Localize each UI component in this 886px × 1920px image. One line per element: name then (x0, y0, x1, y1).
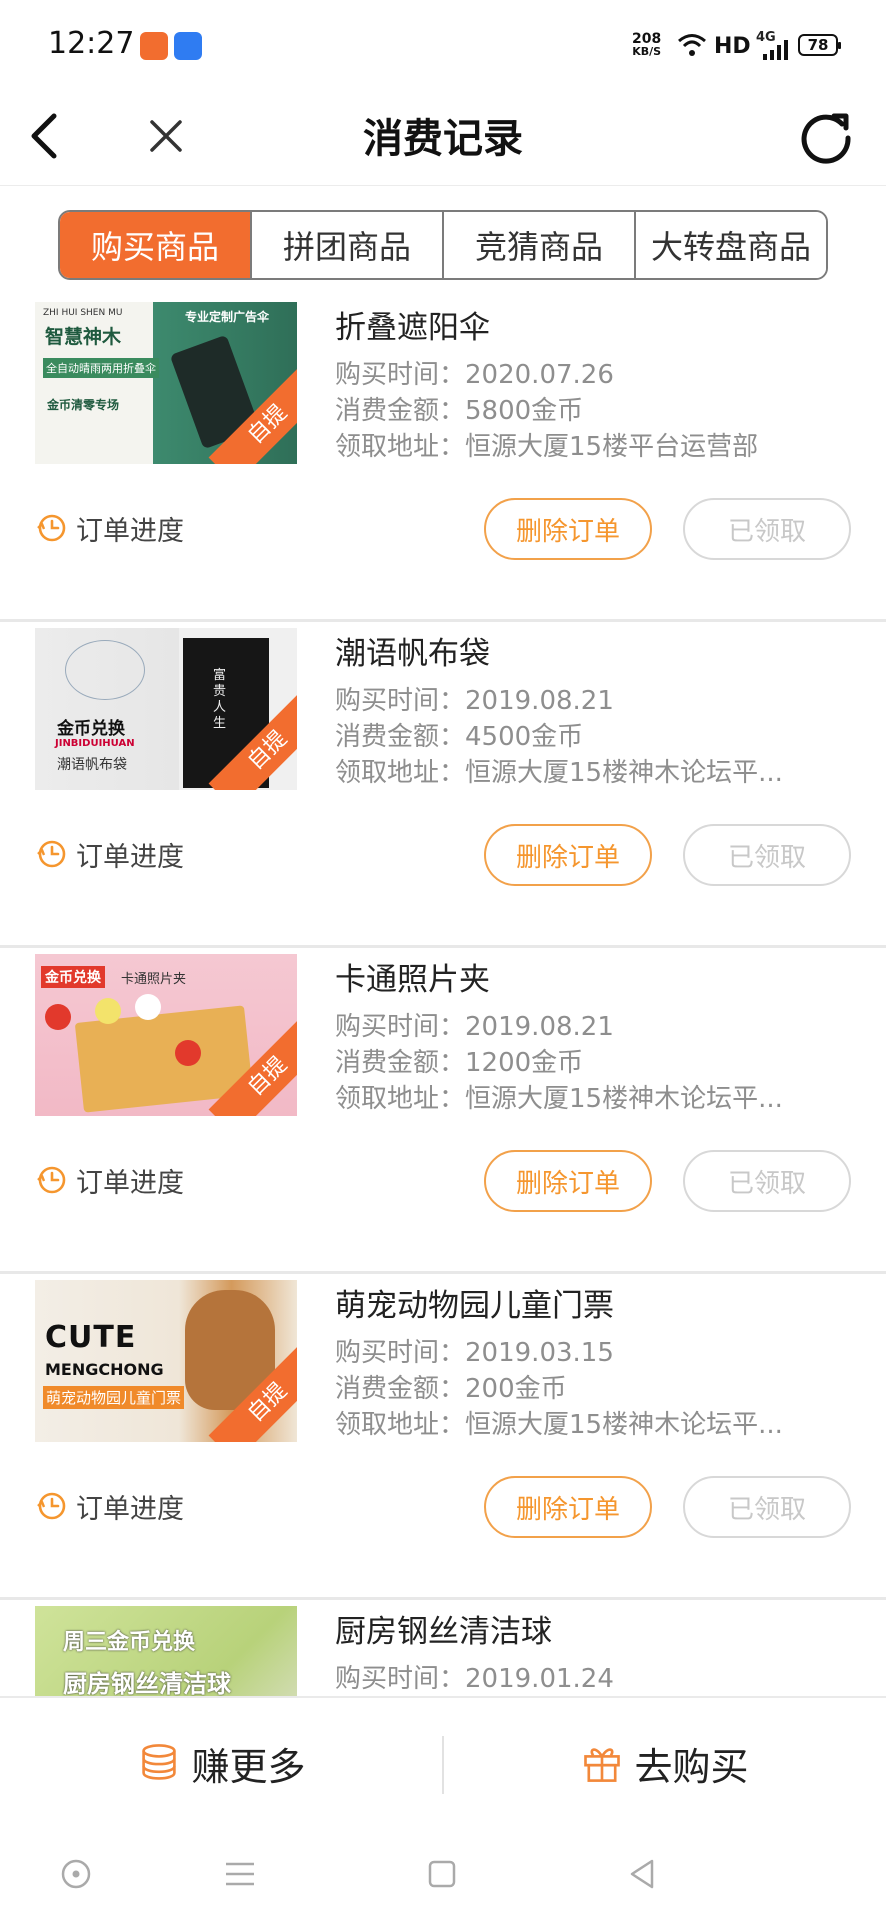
product-thumbnail[interactable]: 金币兑换 JINBIDUIHUAN 潮语帆布袋 富贵人生 自提 (35, 628, 297, 790)
pickup-address: 领取地址：恒源大厦15楼神木论坛平... (335, 1410, 783, 1440)
system-navigation-bar (0, 1826, 886, 1920)
tab-purchase[interactable]: 购买商品 (60, 212, 252, 278)
clock-icon (36, 1164, 68, 1196)
battery-indicator: 78 (798, 34, 841, 56)
home-icon[interactable] (420, 1852, 464, 1896)
delete-order-button[interactable]: 删除订单 (484, 498, 652, 560)
product-name: 厨房钢丝清洁球 (335, 1614, 552, 1650)
order-item: CUTE MENGCHONG 萌宠动物园儿童门票 自提 萌宠动物园儿童门票 购买… (0, 1274, 886, 1600)
earn-more-button[interactable]: 赚更多 (0, 1698, 443, 1828)
signal-icon (763, 40, 788, 60)
hd-indicator: HD (714, 34, 751, 59)
app-notification-icon (140, 32, 168, 60)
product-thumbnail[interactable]: 金币兑换 卡通照片夹 自提 (35, 954, 297, 1116)
product-thumbnail[interactable]: CUTE MENGCHONG 萌宠动物园儿童门票 自提 (35, 1280, 297, 1442)
page-title: 消费记录 (363, 116, 523, 162)
spend-amount: 消费金额：4500金币 (335, 722, 584, 752)
product-thumbnail[interactable]: 周三金币兑换 厨房钢丝清洁球 (35, 1606, 297, 1696)
purchase-time: 购买时间：2020.07.26 (335, 360, 614, 390)
order-progress-link[interactable]: 订单进度 (36, 834, 184, 874)
spend-amount: 消费金额：5800金币 (335, 396, 584, 426)
wifi-icon (678, 34, 706, 56)
message-notification-icon (174, 32, 202, 60)
spend-amount: 消费金额：200金币 (335, 1374, 567, 1404)
purchase-time: 购买时间：2019.08.21 (335, 686, 614, 716)
order-progress-link[interactable]: 订单进度 (36, 1160, 184, 1200)
status-bar: 12:27 208 KB/S HD 4G 78 (0, 0, 886, 90)
order-list: ZHI HUI SHEN MU 智慧神木 全自动晴雨两用折叠伞 金币清零专场 专… (0, 296, 886, 1696)
assistant-dot-icon[interactable] (54, 1852, 98, 1896)
delete-order-button[interactable]: 删除订单 (484, 1476, 652, 1538)
purchase-time: 购买时间：2019.08.21 (335, 1012, 614, 1042)
tab-lucky-wheel[interactable]: 大转盘商品 (636, 212, 826, 278)
page-header: 消费记录 (0, 90, 886, 186)
received-status-button: 已领取 (683, 1150, 851, 1212)
product-name: 折叠遮阳伞 (335, 310, 490, 346)
status-time: 12:27 (48, 26, 135, 61)
purchase-time: 购买时间：2019.03.15 (335, 1338, 614, 1368)
pickup-address: 领取地址：恒源大厦15楼神木论坛平... (335, 758, 783, 788)
network-speed: 208 KB/S (632, 31, 662, 58)
received-status-button: 已领取 (683, 1476, 851, 1538)
received-status-button: 已领取 (683, 824, 851, 886)
gift-icon (580, 1741, 624, 1785)
order-progress-link[interactable]: 订单进度 (36, 508, 184, 548)
product-name: 卡通照片夹 (335, 962, 490, 998)
received-status-button: 已领取 (683, 498, 851, 560)
go-buy-button[interactable]: 去购买 (443, 1698, 886, 1828)
tab-guess[interactable]: 竞猜商品 (444, 212, 636, 278)
coins-icon (137, 1741, 181, 1785)
purchase-time: 购买时间：2019.01.24 (335, 1664, 614, 1694)
product-thumbnail[interactable]: ZHI HUI SHEN MU 智慧神木 全自动晴雨两用折叠伞 金币清零专场 专… (35, 302, 297, 464)
tab-group-buy[interactable]: 拼团商品 (252, 212, 444, 278)
delete-order-button[interactable]: 删除订单 (484, 1150, 652, 1212)
order-progress-link[interactable]: 订单进度 (36, 1486, 184, 1526)
order-item: 周三金币兑换 厨房钢丝清洁球 厨房钢丝清洁球 购买时间：2019.01.24 (0, 1600, 886, 1696)
order-item: ZHI HUI SHEN MU 智慧神木 全自动晴雨两用折叠伞 金币清零专场 专… (0, 296, 886, 622)
menu-icon[interactable] (218, 1852, 262, 1896)
clock-icon (36, 1490, 68, 1522)
pickup-address: 领取地址：恒源大厦15楼平台运营部 (335, 432, 759, 462)
clock-icon (36, 512, 68, 544)
refresh-icon[interactable] (794, 104, 858, 168)
product-name: 萌宠动物园儿童门票 (335, 1288, 614, 1324)
clock-icon (36, 838, 68, 870)
bottom-action-bar: 赚更多 去购买 (0, 1696, 886, 1826)
spend-amount: 消费金额：1200金币 (335, 1048, 584, 1078)
delete-order-button[interactable]: 删除订单 (484, 824, 652, 886)
back-triangle-icon[interactable] (620, 1852, 664, 1896)
order-item: 金币兑换 JINBIDUIHUAN 潮语帆布袋 富贵人生 自提 潮语帆布袋 购买… (0, 622, 886, 948)
category-tabs: 购买商品 拼团商品 竞猜商品 大转盘商品 (58, 210, 828, 280)
pickup-address: 领取地址：恒源大厦15楼神木论坛平... (335, 1084, 783, 1114)
product-name: 潮语帆布袋 (335, 636, 490, 672)
order-item: 金币兑换 卡通照片夹 自提 卡通照片夹 购买时间：2019.08.21 消费金额… (0, 948, 886, 1274)
